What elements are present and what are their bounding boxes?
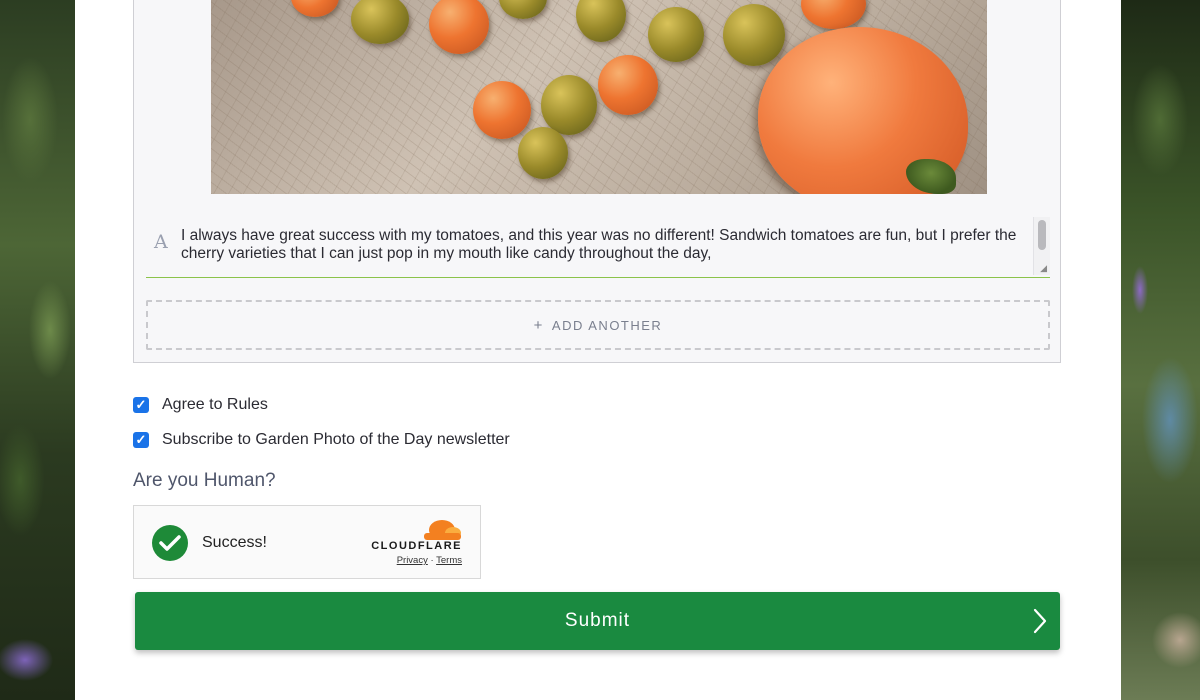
add-another-label: ADD ANOTHER (551, 317, 663, 333)
form-panel: A I always have great success with my to… (75, 0, 1121, 700)
chevron-right-icon (1033, 608, 1047, 634)
tomato (541, 75, 597, 135)
caption-field[interactable]: A I always have great success with my to… (146, 217, 1050, 278)
caption-text[interactable]: I always have great success with my toma… (181, 227, 1031, 263)
cloudflare-logo: CLOUDFLARE Privacy · Terms (371, 518, 462, 573)
tomato (291, 0, 339, 17)
tomato (576, 0, 626, 42)
tomato (429, 0, 489, 54)
tomato (598, 55, 658, 115)
tomato-photo (211, 0, 987, 194)
link-separator: · (430, 555, 434, 566)
agree-rules-checkbox[interactable]: ✓ (133, 397, 149, 413)
plus-icon: + (533, 316, 544, 334)
tomato (499, 0, 547, 19)
newsletter-row[interactable]: ✓ Subscribe to Garden Photo of the Day n… (133, 431, 510, 449)
scrollbar-thumb[interactable] (1038, 220, 1046, 250)
garden-background-right (1120, 0, 1200, 700)
cloudflare-turnstile-widget: Success! CLOUDFLARE Privacy · Terms (133, 505, 481, 579)
tomato (648, 7, 704, 62)
tomato (518, 127, 568, 179)
cloudflare-wordmark: CLOUDFLARE (371, 540, 462, 552)
newsletter-label[interactable]: Subscribe to Garden Photo of the Day new… (162, 431, 510, 449)
privacy-link[interactable]: Privacy (397, 555, 428, 566)
text-format-icon: A (154, 231, 168, 253)
cloudflare-cloud-icon (424, 520, 461, 540)
cloudflare-links: Privacy · Terms (397, 555, 462, 566)
agree-rules-label[interactable]: Agree to Rules (162, 396, 268, 414)
terms-link[interactable]: Terms (436, 555, 462, 566)
add-another-button[interactable]: + ADD ANOTHER (146, 300, 1050, 350)
agree-rules-row[interactable]: ✓ Agree to Rules (133, 396, 268, 414)
submit-button[interactable]: Submit (135, 592, 1060, 650)
resize-handle-icon[interactable]: ◢ (1040, 263, 1047, 274)
submit-label: Submit (564, 610, 631, 631)
human-question: Are you Human? (133, 470, 276, 491)
tomato (473, 81, 531, 139)
tomato (801, 0, 866, 29)
newsletter-checkbox[interactable]: ✓ (133, 432, 149, 448)
tomato (723, 4, 785, 66)
success-text: Success! (202, 534, 267, 551)
tomato (351, 0, 409, 44)
garden-background-left (0, 0, 75, 700)
success-check-icon (152, 525, 188, 561)
photo-entry-card: A I always have great success with my to… (133, 0, 1061, 363)
